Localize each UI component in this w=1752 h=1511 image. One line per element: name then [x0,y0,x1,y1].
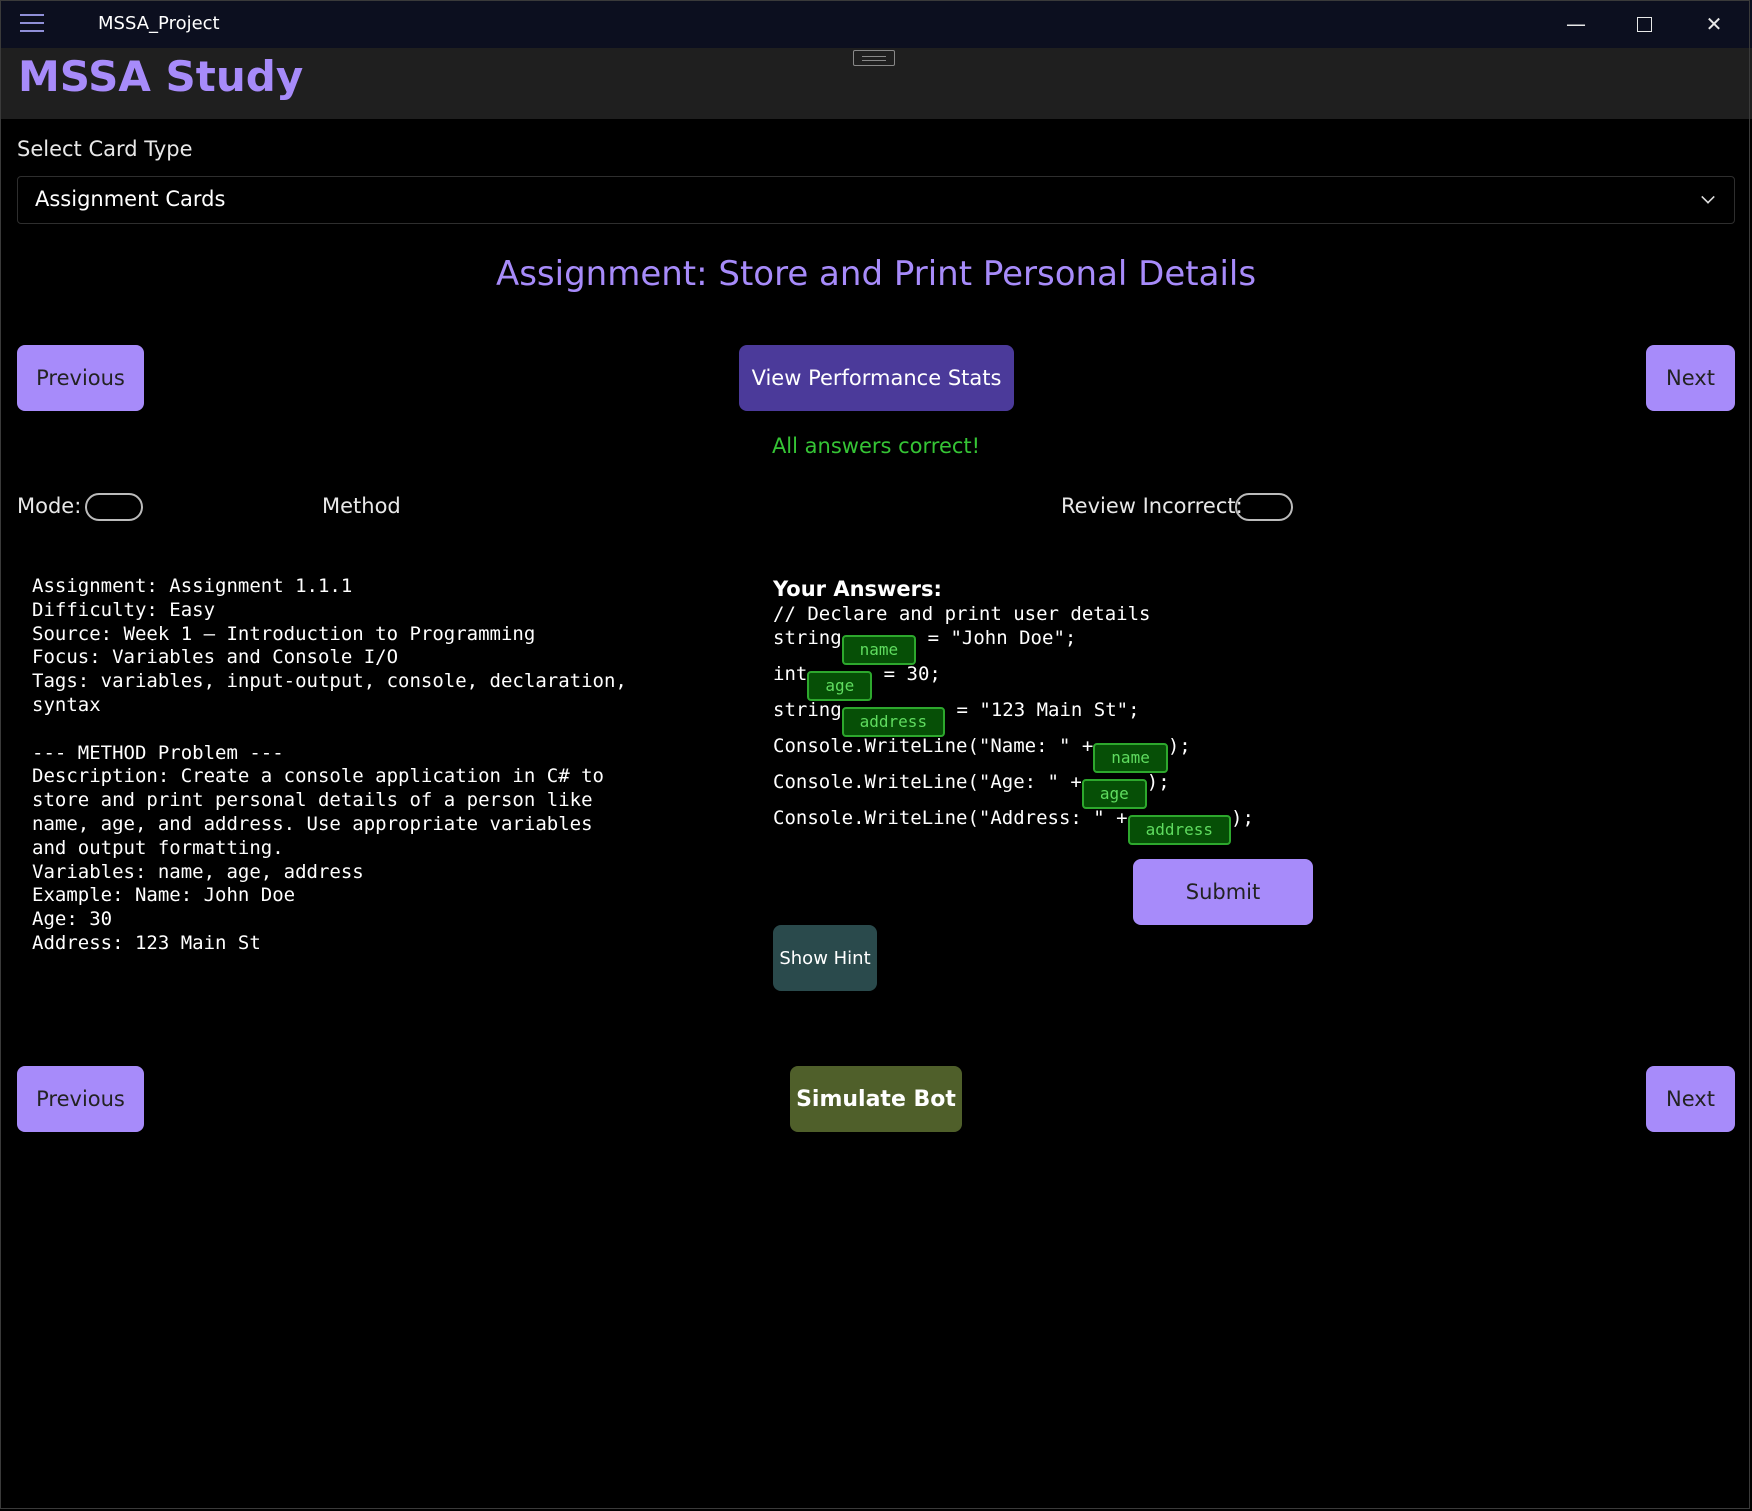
window-title: MSSA_Project [98,13,220,34]
next-button-top[interactable]: Next [1646,345,1735,411]
submit-button[interactable]: Submit [1133,859,1313,925]
problem-details: Assignment: Assignment 1.1.1 Difficulty:… [32,575,627,954]
review-incorrect-label: Review Incorrect: [1061,494,1243,518]
answer-input[interactable]: address [1127,815,1232,845]
code-text: string [773,627,842,649]
review-incorrect-toggle[interactable] [1235,493,1293,521]
answer-input[interactable]: address [841,707,946,737]
answer-code-line: string name = "John Doe"; [773,627,1333,665]
close-icon[interactable]: ✕ [1692,8,1736,40]
previous-button-bottom[interactable]: Previous [17,1066,144,1132]
simulate-bot-button[interactable]: Simulate Bot [790,1066,962,1132]
code-text: = 30; [872,663,941,685]
code-text: int [773,663,808,685]
chevron-down-icon [1701,190,1715,204]
answer-input[interactable]: age [1081,779,1147,809]
show-hint-button[interactable]: Show Hint [773,925,877,991]
maximize-icon[interactable] [1622,8,1666,40]
code-text: Console.WriteLine("Name: " + [773,735,1094,757]
code-text: Console.WriteLine("Address: " + [773,807,1128,829]
mode-label: Mode: [17,494,82,518]
code-text: string [773,699,842,721]
answer-code-line: Console.WriteLine("Age: " + age); [773,771,1333,809]
previous-button-top[interactable]: Previous [17,345,144,411]
answer-input[interactable]: name [841,635,917,665]
answer-code-line: int age = 30; [773,663,1333,701]
answers-title: Your Answers: [773,577,942,601]
card-type-select[interactable]: Assignment Cards [17,176,1735,224]
assignment-heading: Assignment: Store and Print Personal Det… [495,254,1257,294]
code-text: ); [1146,771,1170,793]
code-text: Console.WriteLine("Age: " + [773,771,1082,793]
answer-code-line: string address = "123 Main St"; [773,699,1333,737]
answer-input[interactable]: age [807,671,873,701]
mode-value: Method [322,494,401,518]
answers-panel: Your Answers: // Declare and print user … [773,577,1333,845]
app-brand: MSSA Study [18,52,304,101]
code-text: = "123 Main St"; [945,699,1140,721]
answers-comment: // Declare and print user details [773,603,1151,625]
code-text: ); [1231,807,1254,829]
card-type-label: Select Card Type [17,137,193,161]
hamburger-menu-icon[interactable] [20,14,44,34]
view-performance-stats-button[interactable]: View Performance Stats [739,345,1014,411]
drag-handle-icon[interactable] [853,50,895,66]
card-type-value: Assignment Cards [35,187,226,211]
answer-input[interactable]: name [1093,743,1168,773]
title-bar [0,0,1752,48]
minimize-icon[interactable]: — [1554,8,1598,40]
mode-toggle[interactable] [85,493,143,521]
code-text: ); [1167,735,1191,757]
answer-code-line: Console.WriteLine("Name: " + name); [773,735,1333,773]
code-text: = "John Doe"; [916,627,1077,649]
result-status: All answers correct! [771,434,981,458]
next-button-bottom[interactable]: Next [1646,1066,1735,1132]
answer-code-line: Console.WriteLine("Address: " + address); [773,807,1333,845]
